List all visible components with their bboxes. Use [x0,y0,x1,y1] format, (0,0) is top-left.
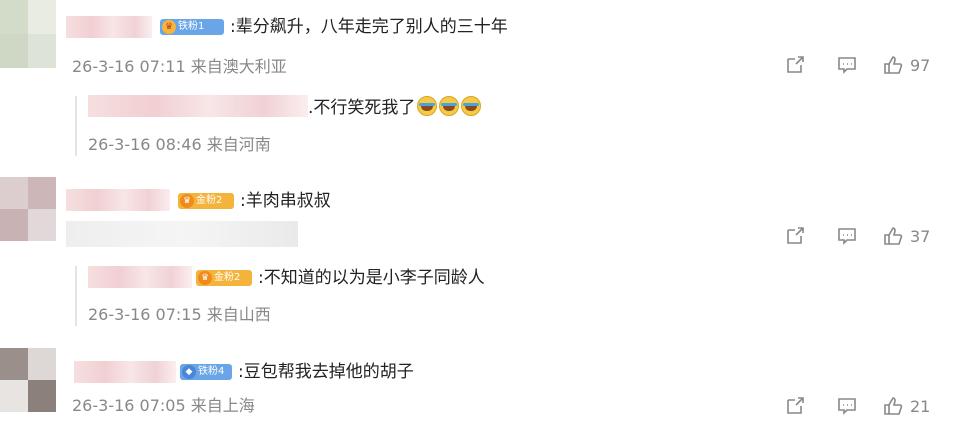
crown-icon: ♛ [180,194,194,208]
comment-text: :豆包帮我去掉他的胡子 [238,362,414,382]
comment-meta: 26-3-16 07:05 来自上海 [72,396,255,415]
comment-text: :辈分飙升，八年走完了别人的三十年 [230,17,508,37]
avatar[interactable] [0,348,56,412]
share-button[interactable] [784,54,806,76]
comment-text: :羊肉串叔叔 [240,191,331,211]
username-redacted[interactable] [66,16,152,38]
fan-badge-label: 铁粉4 [198,366,225,377]
reply-divider [75,266,77,326]
comment-meta: 26-3-16 07:11 来自澳大利亚 [72,57,287,76]
comment-button[interactable] [836,395,858,417]
fan-badge: ♛ 金粉2 [178,193,234,209]
comment-icon [836,54,858,76]
share-button[interactable] [784,395,806,417]
share-icon [784,395,806,417]
fan-badge-label: 金粉2 [196,195,223,206]
reply-meta: 26-3-16 08:46 来自河南 [88,135,271,154]
comment-meta-redacted [66,221,298,247]
like-icon [882,54,904,76]
comment-button[interactable] [836,54,858,76]
laugh-cry-emoji [461,96,482,116]
comment-icon [836,395,858,417]
reply-divider [75,96,77,156]
like-count: 37 [910,226,931,246]
crown-icon: ♛ [198,271,212,285]
reply-text: .不行笑死我了 [308,96,482,119]
crown-icon: ♛ [162,20,176,34]
reply-username-redacted[interactable] [88,266,192,288]
share-icon [784,54,806,76]
fan-badge-label: 铁粉1 [178,21,205,32]
like-button[interactable]: 97 [882,54,930,76]
comment-icon [836,225,858,247]
like-button[interactable]: 37 [882,225,930,247]
username-redacted[interactable] [66,189,170,211]
reply-meta: 26-3-16 07:15 来自山西 [88,305,271,324]
fan-badge-label: 金粉2 [214,272,241,283]
fan-badge: ♛ 金粉2 [196,270,252,286]
like-icon [882,395,904,417]
avatar[interactable] [0,177,56,241]
avatar[interactable] [0,0,56,68]
reply-username-redacted[interactable] [88,95,308,117]
share-button[interactable] [784,225,806,247]
reply-text: :不知道的以为是小李子同龄人 [258,268,485,288]
comment-button[interactable] [836,225,858,247]
laugh-cry-emoji [439,96,460,116]
share-icon [784,225,806,247]
diamond-icon: ◆ [182,365,196,379]
fan-badge: ♛ 铁粉1 [160,19,224,35]
like-button[interactable]: 21 [882,395,930,417]
like-count: 97 [910,55,931,75]
laugh-cry-emoji [417,96,438,116]
like-count: 21 [910,396,931,416]
like-icon [882,225,904,247]
username-redacted[interactable] [74,361,176,383]
fan-badge: ◆ 铁粉4 [180,364,232,380]
